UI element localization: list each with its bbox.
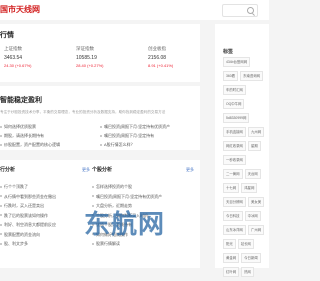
tag-link[interactable]: 天台网	[244, 169, 261, 179]
bullet-icon	[100, 143, 102, 146]
tags-title: 标签	[223, 49, 234, 55]
search-input[interactable]	[222, 4, 258, 17]
top-bar: 国市天线网	[0, 0, 269, 20]
news-link[interactable]: A股行情怎么样？	[100, 140, 196, 149]
tag-link[interactable]: 阳光	[223, 239, 236, 249]
tag-link[interactable]: 星期	[247, 141, 261, 151]
stock-analysis-title: 个股分析	[92, 167, 113, 173]
bullet-icon	[0, 143, 2, 146]
article-link[interactable]: 嘴巴投资|周报下月:坚定持有优质资产	[92, 192, 188, 202]
index-change: 8.91 (+0.41%)	[148, 63, 174, 68]
bullet-icon	[92, 185, 94, 188]
tag-link[interactable]: 十七网	[223, 183, 240, 193]
index-card[interactable]: 上证指数 3463.54 24.30 (+0.67%)	[4, 46, 64, 68]
index-change: 28.40 (+0.27%)	[76, 63, 104, 68]
hero-title: 智能稳定盈利	[0, 97, 42, 104]
tag-link[interactable]: 434b台登网网	[223, 57, 251, 67]
news-link[interactable]: 期股，请选择长期持有	[0, 131, 96, 140]
article-link[interactable]: 利好、利空消息大都提前反应	[0, 220, 96, 230]
index-name: 深证指数	[76, 46, 94, 51]
tag-link[interactable]: 手机连接网	[223, 127, 246, 137]
tag-cloud: 434b台登网网 360看 东南咨询网车的时汇网 OQ中牛网 5d8330999网 手机连…	[223, 57, 269, 281]
bullet-icon	[100, 125, 102, 128]
bullet-icon	[0, 134, 2, 137]
tag-link[interactable]: 东南咨询网	[240, 71, 264, 81]
bullet-icon	[0, 233, 2, 236]
site-logo[interactable]: 国市天线网	[0, 4, 40, 15]
tag-link[interactable]: 二一黄网	[223, 169, 243, 179]
index-name: 上证指数	[4, 46, 22, 51]
tag-link[interactable]: 今日新闻	[241, 253, 261, 263]
news-link[interactable]: 如何选择优质股票	[0, 122, 96, 131]
tag-link[interactable]: 中冰网	[244, 211, 261, 221]
tag-link[interactable]: 热网	[241, 267, 254, 277]
market-panel: 行情 上证指数 3463.54 24.30 (+0.67%) 深证指数 1058…	[0, 24, 200, 82]
market-title: 行情	[0, 32, 14, 39]
article-link[interactable]: 股票配置的资金流向	[0, 230, 96, 240]
hero-section: 智能稳定盈利 专注于炒股投资技术分享，平衡的交易理念，专业的投资分析及数据支持，…	[0, 86, 200, 150]
hero-description: 专注于炒股投资技术分享，平衡的交易理念，专业的投资分析及数据支持，助你找到稳定盈…	[0, 110, 166, 114]
tag-link[interactable]: 鸿星网	[241, 183, 258, 193]
tag-link[interactable]: 美女美	[247, 197, 265, 207]
sidebar: 标签 434b台登网网 360看 东南咨询网车的时汇网 OQ中牛网 5d8330999网…	[215, 24, 269, 277]
bullet-icon	[0, 242, 2, 245]
tag-link[interactable]: 红叶网	[223, 267, 240, 277]
index-card[interactable]: 深证指数 10585.19 28.40 (+0.27%)	[76, 46, 136, 68]
index-change: 24.30 (+0.67%)	[4, 63, 32, 68]
tag-link[interactable]: 5d8330999网	[223, 113, 250, 123]
index-card[interactable]: 创业板指 2156.08 8.91 (+0.41%)	[148, 46, 208, 68]
article-link[interactable]: 怎样选择投资的个股	[92, 182, 188, 192]
news-list-left: 如何选择优质股票 期股，请选择长期持有 炒股配置，资产配置的核心逻辑	[0, 122, 96, 149]
bullet-icon	[92, 195, 94, 198]
more-link[interactable]: 更多	[186, 167, 194, 173]
market-analysis-title: 行分析	[0, 167, 16, 173]
watermark-logo: 东航网	[84, 209, 166, 239]
news-link[interactable]: 嘴巴投资|周报下月:坚定持有优质资产	[100, 122, 196, 131]
market-analysis-list: 行个个顶跌了 从行情中看到那些资金在撤出 行跌时，买入还是卖出 跌了后的股票该如…	[0, 182, 96, 249]
news-list-right: 嘴巴投资|周报下月:坚定持有优质资产 嘴巴投资|周报下月:坚定持有 A股行情怎么…	[100, 122, 196, 149]
index-value: 2156.08	[148, 55, 167, 61]
tag-link[interactable]: 广州网	[247, 225, 265, 235]
tag-link[interactable]: OQ中牛网	[223, 99, 245, 109]
news-link[interactable]: 炒股配置，资产配置的核心逻辑	[0, 140, 96, 149]
index-name: 创业板指	[148, 46, 166, 51]
article-link[interactable]: 跌了后的股票该如何操作	[0, 211, 96, 221]
news-link[interactable]: 嘴巴投资|周报下月:坚定持有	[100, 131, 196, 140]
tag-link[interactable]: 车的时汇网	[223, 85, 246, 95]
bullet-icon	[0, 223, 2, 226]
tag-link[interactable]: 今日科技	[223, 211, 243, 221]
tag-link[interactable]: 360看	[223, 71, 239, 81]
bullet-icon	[0, 185, 2, 188]
bullet-icon	[0, 195, 2, 198]
article-link[interactable]: 从行情中看到那些资金在撤出	[0, 192, 96, 202]
bullet-icon	[0, 125, 2, 128]
tag-link[interactable]: 黄金网	[223, 253, 240, 263]
bullet-icon	[0, 214, 2, 217]
bullet-icon	[92, 242, 94, 245]
bullet-icon	[0, 204, 2, 207]
tag-link[interactable]: 山东冰洋网	[223, 225, 246, 235]
article-link[interactable]: 股、利文步多	[0, 239, 96, 249]
article-link[interactable]: 行个个顶跌了	[0, 182, 96, 192]
index-value: 10585.19	[76, 55, 97, 61]
tag-link[interactable]: 九州网	[247, 127, 265, 137]
tag-link[interactable]: 站长网	[237, 239, 254, 249]
article-link[interactable]: 行跌时，买入还是卖出	[0, 201, 96, 211]
more-link[interactable]: 更多	[82, 167, 90, 173]
tag-link[interactable]: 网红收录网	[223, 141, 246, 151]
search-icon[interactable]	[247, 7, 254, 14]
index-value: 3463.54	[4, 55, 23, 61]
tag-link[interactable]: 一秒收录网	[223, 155, 246, 165]
tag-link[interactable]: 天目分辨网	[223, 197, 246, 207]
bullet-icon	[100, 134, 102, 137]
